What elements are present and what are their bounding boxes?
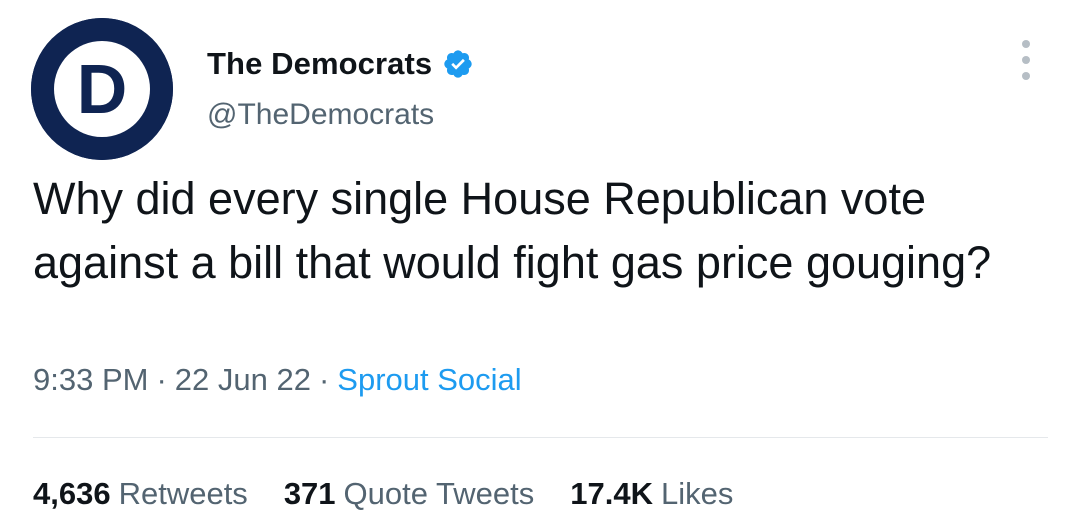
tweet-meta: 9:33 PM · 22 Jun 22 · Sprout Social	[33, 362, 522, 398]
avatar-letter: D	[77, 50, 128, 128]
meta-separator: ·	[156, 362, 167, 397]
quote-tweets-count: 371	[283, 476, 336, 511]
quote-tweets-label: Quote Tweets	[343, 476, 535, 511]
retweets-label: Retweets	[118, 476, 248, 511]
more-dot	[1022, 40, 1030, 48]
tweet-stats: 4,636 Retweets 371 Quote Tweets 17.4K Likes	[33, 476, 769, 512]
likes-stat[interactable]: 17.4K Likes	[570, 476, 733, 512]
author-name-row: The Democrats	[207, 42, 474, 86]
more-dot	[1022, 56, 1030, 64]
more-options-icon[interactable]	[1016, 40, 1036, 80]
likes-label: Likes	[661, 476, 734, 511]
quote-tweets-stat[interactable]: 371 Quote Tweets	[284, 476, 534, 512]
tweet-card: D The Democrats @TheDemocrats Why did ev…	[0, 0, 1080, 526]
tweet-time[interactable]: 9:33 PM	[33, 362, 148, 397]
more-dot	[1022, 72, 1030, 80]
democrats-logo-icon: D	[31, 18, 173, 160]
author-handle[interactable]: @TheDemocrats	[207, 98, 434, 132]
meta-separator: ·	[318, 362, 330, 397]
likes-count: 17.4K	[570, 476, 653, 511]
tweet-source-link[interactable]: Sprout Social	[337, 362, 521, 397]
divider	[33, 437, 1048, 438]
verified-badge-icon	[444, 50, 472, 78]
tweet-date[interactable]: 22 Jun 22	[175, 362, 311, 397]
display-name[interactable]: The Democrats	[207, 46, 432, 82]
tweet-text: Why did every single House Republican vo…	[33, 173, 992, 288]
avatar[interactable]: D	[31, 18, 173, 160]
retweets-stat[interactable]: 4,636 Retweets	[33, 476, 248, 512]
retweets-count: 4,636	[33, 476, 111, 511]
